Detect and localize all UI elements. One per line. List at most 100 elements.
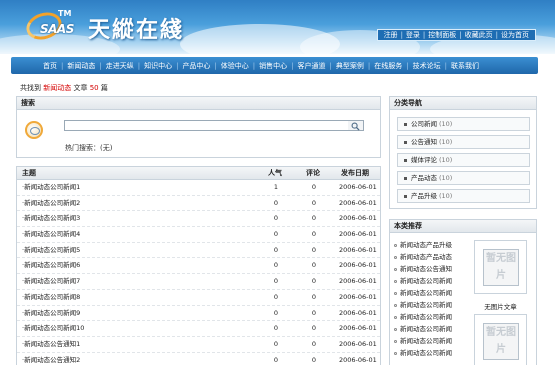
logo-brand: SAAS	[40, 22, 74, 36]
bullet-icon	[404, 194, 407, 198]
summary-mid: 文章	[73, 84, 88, 92]
recommend-item-label: 新闻动态公司新闻	[400, 289, 452, 297]
article-title-link[interactable]: ·新闻动态公司新闻5	[22, 243, 80, 258]
summary-prefix: 共找到	[20, 84, 41, 92]
article-popularity: 0	[273, 230, 279, 239]
article-title-link[interactable]: ·新闻动态公告通知2	[22, 353, 80, 365]
nav-item-forum[interactable]: 技术论坛	[409, 61, 445, 71]
no-image-thumbnail[interactable]: 暂无图片	[474, 240, 527, 294]
category-count: (10)	[439, 174, 453, 182]
article-popularity: 0	[273, 261, 279, 270]
article-title-link[interactable]: ·新闻动态公司新闻2	[22, 196, 80, 211]
recommend-item[interactable]: 新闻动态产品升级	[394, 239, 452, 249]
recommend-item[interactable]: 新闻动态产品动态	[394, 251, 452, 261]
table-row: ·新闻动态公司新闻4 0 0 2006-06-01	[17, 227, 380, 243]
recommend-item[interactable]: 新闻动态公司新闻	[394, 299, 452, 309]
circle-bullet-icon	[394, 279, 397, 283]
article-title-link[interactable]: ·新闻动态公司新闻9	[22, 306, 80, 321]
article-title-link[interactable]: ·新闻动态公司新闻4	[22, 227, 80, 242]
search-input[interactable]	[64, 120, 349, 131]
recommend-item[interactable]: 新闻动态公司新闻	[394, 347, 452, 357]
category-item[interactable]: 公司新闻 (10)	[397, 117, 530, 131]
logo-title: 天縱在綫	[88, 17, 185, 43]
category-item[interactable]: 媒体评论 (10)	[397, 153, 530, 167]
recommend-item-label: 新闻动态公告通知	[400, 265, 452, 273]
category-label: 产品升级	[411, 192, 437, 200]
recommend-item[interactable]: 新闻动态公司新闻	[394, 275, 452, 285]
hot-search: 热门搜索：(无)	[65, 143, 112, 153]
recommend-item[interactable]: 新闻动态公司新闻	[394, 335, 452, 345]
recommend-item[interactable]: 新闻动态公司新闻	[394, 287, 452, 297]
nav-item-online-service[interactable]: 在线服务	[370, 61, 406, 71]
circle-bullet-icon	[394, 291, 397, 295]
category-panel-title: 分类导航	[390, 97, 536, 110]
header-title: 主题	[22, 169, 36, 177]
bullet-icon	[404, 140, 407, 144]
recommend-item-label: 新闻动态产品升级	[400, 241, 452, 249]
table-row: ·新闻动态公司新闻9 0 0 2006-06-01	[17, 306, 380, 322]
recommend-panel-title: 本类推荐	[390, 220, 536, 233]
nav-item-home[interactable]: 首页	[39, 61, 61, 71]
article-comments: 0	[311, 308, 317, 317]
article-comments: 0	[311, 277, 317, 286]
search-logo-icon	[25, 121, 43, 139]
no-image-thumbnail[interactable]: 暂无图片	[474, 314, 527, 365]
article-title-link[interactable]: ·新闻动态公司新闻6	[22, 258, 80, 273]
article-title-link[interactable]: ·新闻动态公告通知1	[22, 337, 80, 352]
category-count: (10)	[439, 156, 453, 164]
article-comments: 0	[311, 183, 317, 191]
circle-bullet-icon	[394, 327, 397, 331]
site-logo[interactable]: TM SAAS 天縱在綫	[22, 8, 196, 44]
bookmark-link[interactable]: 收藏此页	[462, 30, 496, 40]
article-title-link[interactable]: ·新闻动态公司新闻3	[22, 211, 80, 226]
circle-bullet-icon	[394, 255, 397, 259]
nav-item-cases[interactable]: 典型案例	[332, 61, 368, 71]
article-title-link[interactable]: ·新闻动态公司新闻7	[22, 274, 80, 289]
main-nav: 首页 | 新闻动态 | 走进天纵 | 知识中心 | 产品中心 | 体验中心 | 销售中心 | …	[11, 57, 538, 74]
table-row: ·新闻动态公司新闻3 0 0 2006-06-01	[17, 211, 380, 228]
register-link[interactable]: 注册	[381, 30, 401, 40]
table-row: ·新闻动态公司新闻10 0 0 2006-06-01	[17, 321, 380, 337]
login-link[interactable]: 登录	[403, 30, 423, 40]
table-row: ·新闻动态公司新闻2 0 0 2006-06-01	[17, 196, 380, 212]
category-label: 产品动态	[411, 174, 437, 182]
category-label: 媒体评论	[411, 156, 437, 164]
nav-item-sales[interactable]: 销售中心	[255, 61, 291, 71]
category-item[interactable]: 产品动态 (10)	[397, 171, 530, 185]
article-title-link[interactable]: ·新闻动态公司新闻1	[22, 180, 80, 195]
summary-suffix: 篇	[100, 84, 108, 92]
recommend-item[interactable]: 新闻动态公司新闻	[394, 323, 452, 333]
nav-item-about[interactable]: 走进天纵	[102, 61, 138, 71]
article-comments: 0	[311, 324, 317, 333]
article-comments: 0	[311, 355, 317, 364]
article-popularity: 0	[273, 214, 279, 223]
category-label: 公司新闻	[411, 120, 437, 128]
header-comments: 评论	[306, 169, 320, 177]
article-title-link[interactable]: ·新闻动态公司新闻8	[22, 290, 80, 305]
top-links: 注册 | 登录 | 控制面板 | 收藏此页 | 设为首页	[376, 29, 536, 41]
result-summary: 共找到 新闻动态 文章 50 篇	[20, 83, 108, 93]
summary-count: 50	[89, 84, 99, 92]
article-title-link[interactable]: ·新闻动态公司新闻10	[22, 321, 84, 336]
article-comments: 0	[311, 292, 317, 301]
recommend-item[interactable]: 新闻动态公告通知	[394, 263, 452, 273]
summary-keyword: 新闻动态	[43, 84, 72, 92]
no-image-caption[interactable]: 无图片文章	[474, 301, 527, 311]
site-header: TM SAAS 天縱在綫 注册 | 登录 | 控制面板 | 收藏此页 | 设为首页	[0, 0, 555, 54]
article-popularity: 0	[273, 292, 279, 301]
nav-item-products[interactable]: 产品中心	[178, 61, 214, 71]
hot-search-value: (无)	[100, 144, 113, 152]
nav-item-experience[interactable]: 体验中心	[217, 61, 253, 71]
nav-item-knowledge[interactable]: 知识中心	[140, 61, 176, 71]
search-button[interactable]	[348, 120, 364, 131]
nav-item-customer[interactable]: 客户通道	[294, 61, 330, 71]
recommend-item-label: 新闻动态公司新闻	[400, 277, 452, 285]
article-popularity: 0	[273, 277, 279, 286]
nav-item-contact[interactable]: 联系我们	[447, 61, 483, 71]
category-item[interactable]: 产品升级 (10)	[397, 189, 530, 203]
set-homepage-link[interactable]: 设为首页	[498, 30, 532, 40]
control-panel-link[interactable]: 控制面板	[425, 30, 459, 40]
category-item[interactable]: 公告通知 (10)	[397, 135, 530, 149]
nav-item-news[interactable]: 新闻动态	[63, 61, 99, 71]
recommend-item[interactable]: 新闻动态公司新闻	[394, 311, 452, 321]
